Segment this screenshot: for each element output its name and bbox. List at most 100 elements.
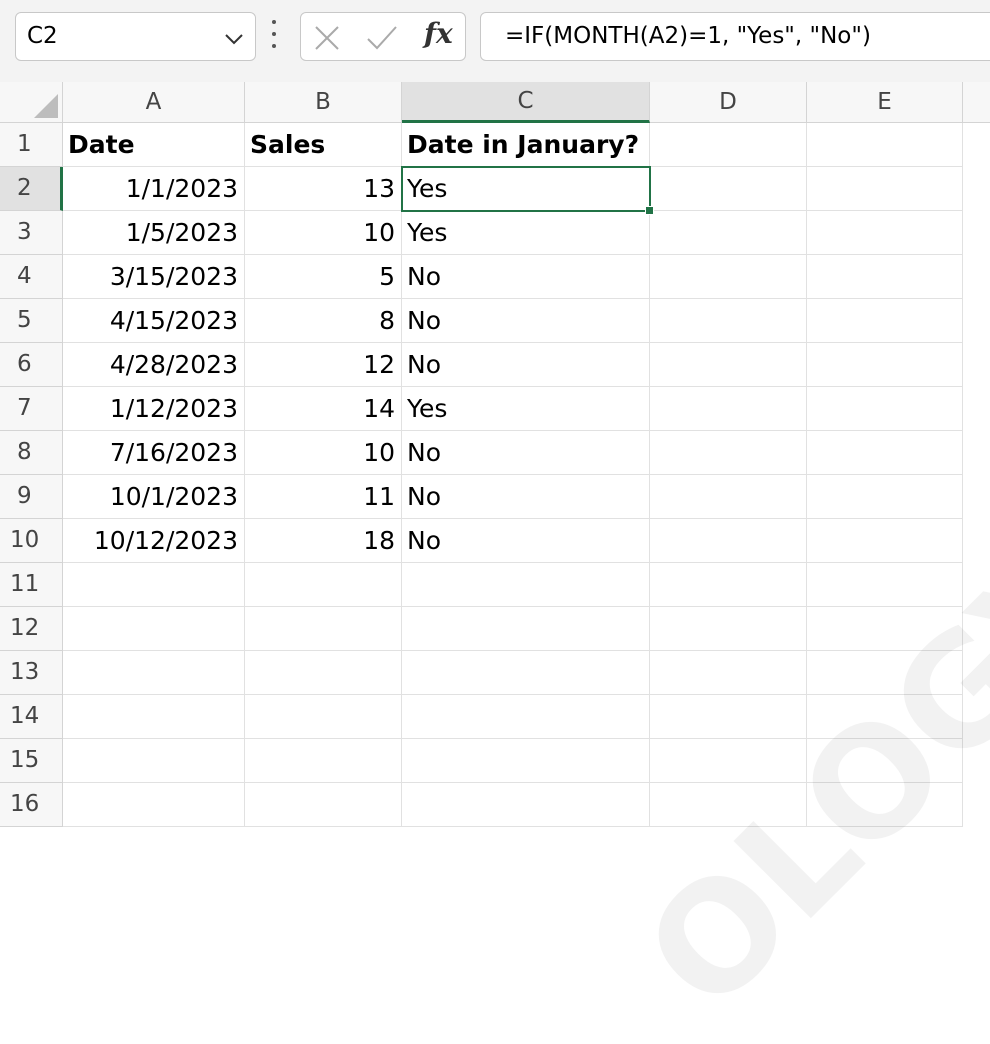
row-header-13[interactable]: 13 [0,651,63,695]
cell-a14[interactable] [63,695,245,739]
row-header-7[interactable]: 7 [0,387,63,431]
cell-e6[interactable] [807,343,963,387]
cell-a12[interactable] [63,607,245,651]
row-header-10[interactable]: 10 [0,519,63,563]
select-all-button[interactable] [0,82,63,123]
cell-c15[interactable] [402,739,650,783]
cell-a6[interactable]: 4/28/2023 [63,343,245,387]
cell-d3[interactable] [650,211,807,255]
cell-a7[interactable]: 1/12/2023 [63,387,245,431]
cell-d12[interactable] [650,607,807,651]
cell-b3[interactable]: 10 [245,211,402,255]
column-header-d[interactable]: D [650,82,807,123]
row-header-8[interactable]: 8 [0,431,63,475]
cell-a1[interactable]: Date [63,123,245,167]
cell-b2[interactable]: 13 [245,167,402,211]
cell-c11[interactable] [402,563,650,607]
cell-d15[interactable] [650,739,807,783]
cell-d11[interactable] [650,563,807,607]
cell-e8[interactable] [807,431,963,475]
row-header-14[interactable]: 14 [0,695,63,739]
cell-a8[interactable]: 7/16/2023 [63,431,245,475]
cell-b15[interactable] [245,739,402,783]
cell-e12[interactable] [807,607,963,651]
cell-d7[interactable] [650,387,807,431]
cell-e5[interactable] [807,299,963,343]
cell-a15[interactable] [63,739,245,783]
row-header-6[interactable]: 6 [0,343,63,387]
cell-b6[interactable]: 12 [245,343,402,387]
row-header-16[interactable]: 16 [0,783,63,827]
cell-c1[interactable]: Date in January? [402,123,650,167]
cell-e3[interactable] [807,211,963,255]
cell-a4[interactable]: 3/15/2023 [63,255,245,299]
row-header-11[interactable]: 11 [0,563,63,607]
cell-d9[interactable] [650,475,807,519]
cell-a2[interactable]: 1/1/2023 [63,167,245,211]
cell-e16[interactable] [807,783,963,827]
column-header-b[interactable]: B [245,82,402,123]
row-header-2[interactable]: 2 [0,167,63,211]
row-header-12[interactable]: 12 [0,607,63,651]
formula-input[interactable]: =IF(MONTH(A2)=1, "Yes", "No") [480,12,990,61]
row-header-9[interactable]: 9 [0,475,63,519]
cell-c2[interactable]: Yes [402,167,650,211]
row-header-3[interactable]: 3 [0,211,63,255]
cell-e10[interactable] [807,519,963,563]
cell-a16[interactable] [63,783,245,827]
cell-d4[interactable] [650,255,807,299]
cell-c16[interactable] [402,783,650,827]
cell-c6[interactable]: No [402,343,650,387]
cell-b13[interactable] [245,651,402,695]
enter-icon[interactable] [366,24,398,56]
cancel-icon[interactable] [313,24,341,56]
cell-b5[interactable]: 8 [245,299,402,343]
column-header-f[interactable] [963,82,990,123]
cell-e15[interactable] [807,739,963,783]
cell-b1[interactable]: Sales [245,123,402,167]
cell-d10[interactable] [650,519,807,563]
cell-b9[interactable]: 11 [245,475,402,519]
cell-d6[interactable] [650,343,807,387]
cell-e9[interactable] [807,475,963,519]
cell-b8[interactable]: 10 [245,431,402,475]
cell-d2[interactable] [650,167,807,211]
column-header-a[interactable]: A [63,82,245,123]
cell-b14[interactable] [245,695,402,739]
cell-e1[interactable] [807,123,963,167]
cell-c4[interactable]: No [402,255,650,299]
cell-c12[interactable] [402,607,650,651]
cell-d1[interactable] [650,123,807,167]
cell-d8[interactable] [650,431,807,475]
column-header-c[interactable]: C [402,82,650,123]
cell-a3[interactable]: 1/5/2023 [63,211,245,255]
cell-a13[interactable] [63,651,245,695]
cell-a9[interactable]: 10/1/2023 [63,475,245,519]
cell-d14[interactable] [650,695,807,739]
cell-c5[interactable]: No [402,299,650,343]
cell-e4[interactable] [807,255,963,299]
cell-b10[interactable]: 18 [245,519,402,563]
cell-e11[interactable] [807,563,963,607]
cell-c3[interactable]: Yes [402,211,650,255]
cell-a10[interactable]: 10/12/2023 [63,519,245,563]
cell-b12[interactable] [245,607,402,651]
cell-b4[interactable]: 5 [245,255,402,299]
cell-c9[interactable]: No [402,475,650,519]
cell-c13[interactable] [402,651,650,695]
chevron-down-icon[interactable] [225,30,243,49]
row-header-1[interactable]: 1 [0,123,63,167]
more-options-icon[interactable] [271,20,277,48]
cell-c10[interactable]: No [402,519,650,563]
insert-function-button[interactable]: fx [424,17,453,50]
cell-c7[interactable]: Yes [402,387,650,431]
cell-d5[interactable] [650,299,807,343]
row-header-4[interactable]: 4 [0,255,63,299]
cell-c14[interactable] [402,695,650,739]
cell-e13[interactable] [807,651,963,695]
cell-b7[interactable]: 14 [245,387,402,431]
cell-e7[interactable] [807,387,963,431]
cell-e14[interactable] [807,695,963,739]
cell-b11[interactable] [245,563,402,607]
column-header-e[interactable]: E [807,82,963,123]
